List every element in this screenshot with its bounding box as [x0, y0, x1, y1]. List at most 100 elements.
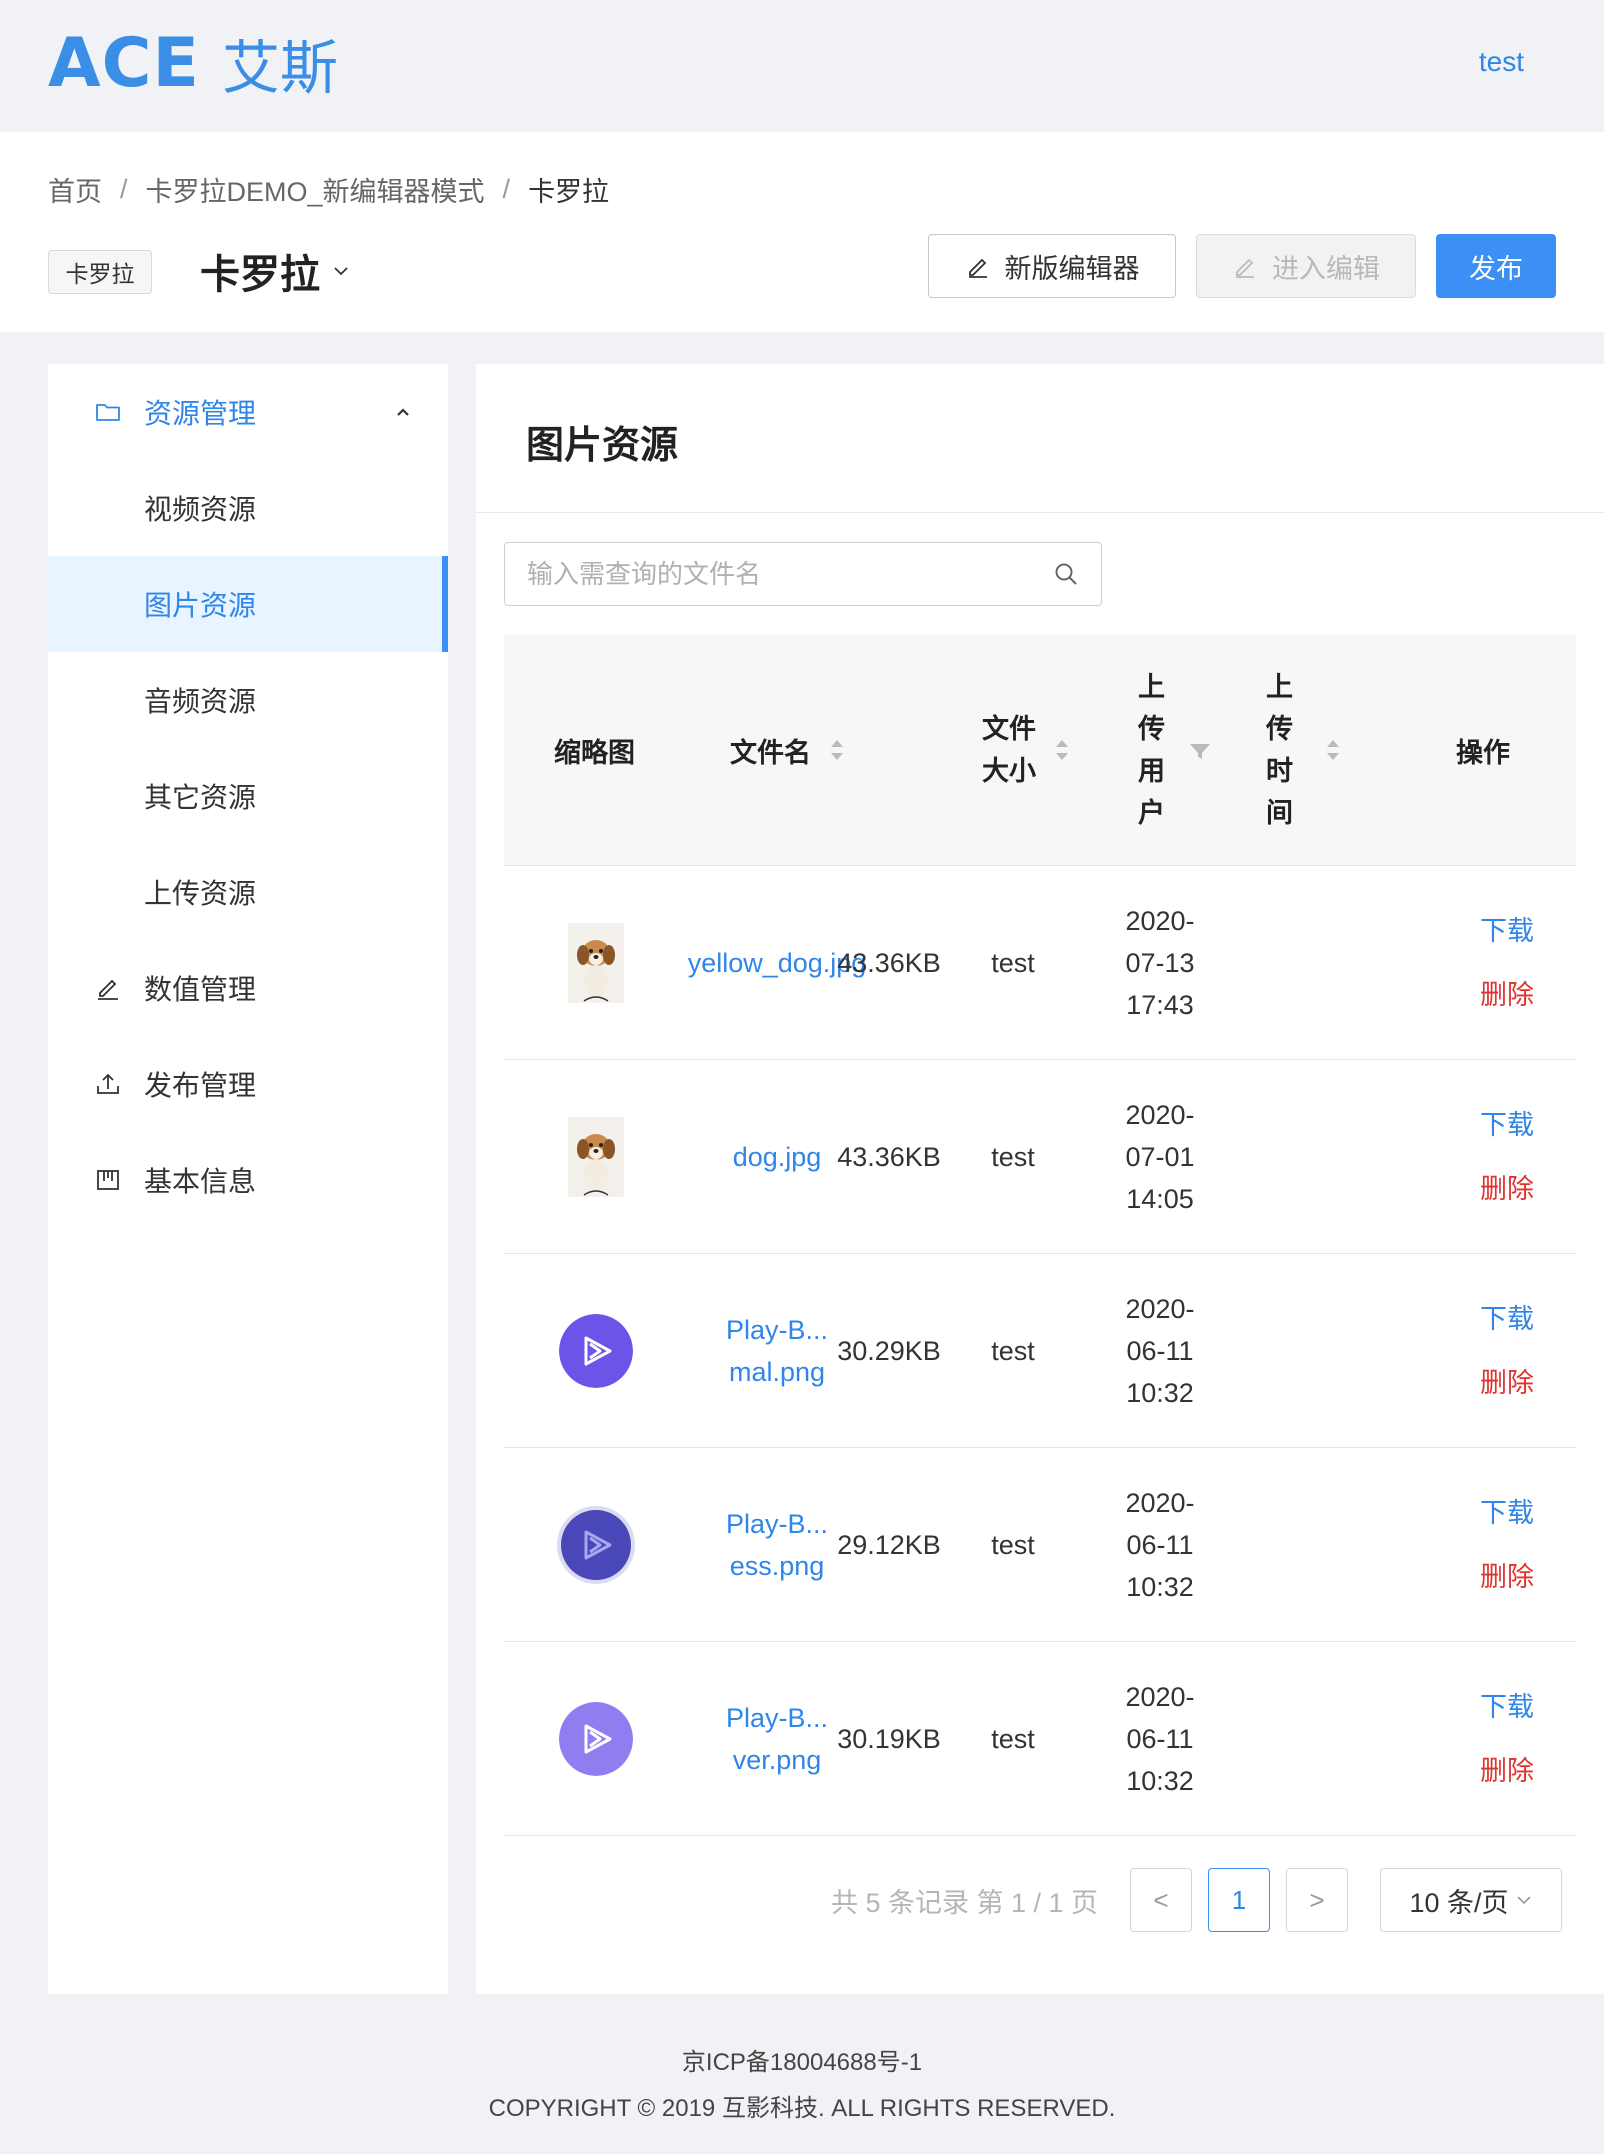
footer: 京ICP备18004688号-1 COPYRIGHT © 2019 互影科技. …: [0, 2040, 1604, 2132]
play-button-thumbnail[interactable]: [556, 1505, 636, 1585]
next-page-button[interactable]: >: [1286, 1868, 1348, 1932]
filename-link[interactable]: Play-B...: [726, 1503, 828, 1545]
download-link[interactable]: 下载: [1480, 1104, 1534, 1146]
sidebar-item-publish[interactable]: 发布管理: [48, 1036, 448, 1132]
column-header-upload-time[interactable]: 上 传 时 间: [1266, 634, 1366, 866]
publish-button[interactable]: 发布: [1436, 234, 1556, 298]
new-editor-label: 新版编辑器: [1004, 253, 1140, 284]
sidebar-item-upload[interactable]: 上传资源: [48, 844, 448, 940]
enter-edit-label: 进入编辑: [1272, 253, 1380, 284]
table-row: dog.jpg 43.36KB test 2020- 07-01 14:05 下…: [504, 1060, 1576, 1254]
sort-icon[interactable]: [1054, 737, 1070, 763]
breadcrumb-project[interactable]: 卡罗拉DEMO_新编辑器模式: [146, 170, 485, 209]
filename-link-ext[interactable]: ver.png: [733, 1739, 822, 1781]
filename-link-ext[interactable]: ess.png: [730, 1545, 825, 1587]
column-header-filename[interactable]: 文件名: [730, 634, 930, 866]
dog-thumbnail[interactable]: [568, 1116, 624, 1197]
table-row: Play-B... ver.png 30.19KB test 2020- 06-…: [504, 1642, 1576, 1836]
actions-cell: 下载 删除: [1452, 1448, 1562, 1641]
delete-link[interactable]: 删除: [1480, 1168, 1534, 1210]
delete-link[interactable]: 删除: [1480, 974, 1534, 1016]
pagination: 共 5 条记录 第 1 / 1 页 < 1 > 10 条/页: [831, 1868, 1562, 1932]
footer-copyright: COPYRIGHT © 2019 互影科技. ALL RIGHTS RESERV…: [488, 2095, 1116, 2122]
logo[interactable]: ACE 艾斯: [48, 24, 338, 103]
sidebar-item-other[interactable]: 其它资源: [48, 748, 448, 844]
thumbnail-cell: [548, 1254, 644, 1447]
breadcrumb-separator: /: [120, 174, 128, 204]
prev-page-button[interactable]: <: [1130, 1868, 1192, 1932]
download-link[interactable]: 下载: [1480, 910, 1534, 952]
logo-text: ACE: [48, 23, 200, 103]
uploader-name: test: [991, 1723, 1035, 1754]
download-link[interactable]: 下载: [1480, 1298, 1534, 1340]
size-cell: 29.12KB: [822, 1448, 956, 1641]
sidebar-item-audio[interactable]: 音频资源: [48, 652, 448, 748]
search-box[interactable]: [504, 542, 1102, 606]
sidebar-item-values[interactable]: 数值管理: [48, 940, 448, 1036]
filename-link[interactable]: dog.jpg: [733, 1136, 822, 1178]
upload-date-day: 06-11: [1126, 1335, 1194, 1366]
download-link[interactable]: 下载: [1480, 1492, 1534, 1534]
column-header-label: 文件 大小: [982, 708, 1036, 792]
project-icon: [97, 1170, 119, 1190]
chevron-up-icon: [397, 408, 409, 416]
sidebar: 资源管理 视频资源 图片资源 音频资源 其它资源 上传资源 数值管理 发布管理 …: [48, 364, 448, 1994]
file-size: 30.29KB: [837, 1335, 941, 1366]
header-line: 用: [1138, 756, 1165, 786]
folder-icon: [96, 404, 120, 421]
enter-edit-button[interactable]: 进入编辑: [1196, 234, 1416, 298]
sidebar-item-video[interactable]: 视频资源: [48, 460, 448, 556]
filename-link-ext[interactable]: mal.png: [729, 1351, 825, 1393]
page-number-button[interactable]: 1: [1208, 1868, 1270, 1932]
column-header-uploader[interactable]: 上 传 用 户: [1138, 634, 1238, 866]
upload-time: 10:32: [1126, 1571, 1194, 1602]
breadcrumb-home[interactable]: 首页: [48, 170, 102, 209]
table-header: 缩略图 文件名 文件 大小 上 传 用 户 上 传 时 间 操作: [504, 634, 1576, 866]
size-cell: 30.19KB: [822, 1642, 956, 1835]
sidebar-item-label: 音频资源: [144, 686, 257, 717]
main-panel: 图片资源 缩略图 文件名 文件 大小 上: [476, 364, 1604, 1994]
filter-icon[interactable]: [1189, 737, 1211, 763]
footer-icp[interactable]: 京ICP备18004688号-1: [0, 2040, 1604, 2086]
play-button-thumbnail[interactable]: [559, 1701, 633, 1776]
play-button-thumbnail[interactable]: [559, 1313, 633, 1388]
header-line: 户: [1138, 798, 1165, 828]
actions-cell: 下载 删除: [1452, 1254, 1562, 1447]
sidebar-group-resources[interactable]: 资源管理: [48, 364, 448, 460]
dog-thumbnail[interactable]: [568, 922, 624, 1003]
delete-link[interactable]: 删除: [1480, 1750, 1534, 1792]
column-header-actions: 操作: [1456, 634, 1556, 866]
sort-icon[interactable]: [829, 737, 845, 763]
page-size-select[interactable]: 10 条/页: [1380, 1868, 1562, 1932]
search-input[interactable]: [505, 543, 1045, 605]
column-header-label: 文件名: [730, 737, 811, 768]
filename-link[interactable]: Play-B...: [726, 1309, 828, 1351]
header-line: 时: [1266, 756, 1293, 786]
delete-link[interactable]: 删除: [1480, 1362, 1534, 1404]
uploader-cell: test: [954, 1642, 1072, 1835]
sort-icon[interactable]: [1325, 737, 1341, 763]
upload-date-year: 2020-: [1125, 1293, 1195, 1324]
user-menu-link[interactable]: test: [1479, 46, 1524, 78]
top-bar: ACE 艾斯 test: [0, 0, 1604, 132]
column-header-label: 上 传 时 间: [1266, 666, 1293, 834]
uploader-cell: test: [954, 1448, 1072, 1641]
delete-link[interactable]: 删除: [1480, 1556, 1534, 1598]
column-header-thumbnail: 缩略图: [554, 634, 674, 866]
search-icon[interactable]: [1053, 561, 1079, 587]
chevron-down-icon: [334, 267, 348, 276]
logo-cn-text: 艾斯: [221, 34, 338, 102]
chevron-down-icon: [1516, 1896, 1531, 1905]
upload-date-day: 07-01: [1125, 1141, 1195, 1172]
sidebar-item-image[interactable]: 图片资源: [48, 556, 448, 652]
new-editor-button[interactable]: 新版编辑器: [928, 234, 1176, 298]
upload-date-year: 2020-: [1125, 905, 1195, 936]
project-selector[interactable]: 卡罗拉: [200, 242, 350, 300]
sidebar-item-basic-info[interactable]: 基本信息: [48, 1132, 448, 1228]
upload-time: 14:05: [1126, 1183, 1194, 1214]
column-header-size[interactable]: 文件 大小: [982, 634, 1102, 866]
filename-link[interactable]: Play-B...: [726, 1697, 828, 1739]
download-link[interactable]: 下载: [1480, 1686, 1534, 1728]
file-size: 43.36KB: [837, 947, 941, 978]
upload-time-cell: 2020- 06-11 10:32: [1094, 1448, 1226, 1641]
